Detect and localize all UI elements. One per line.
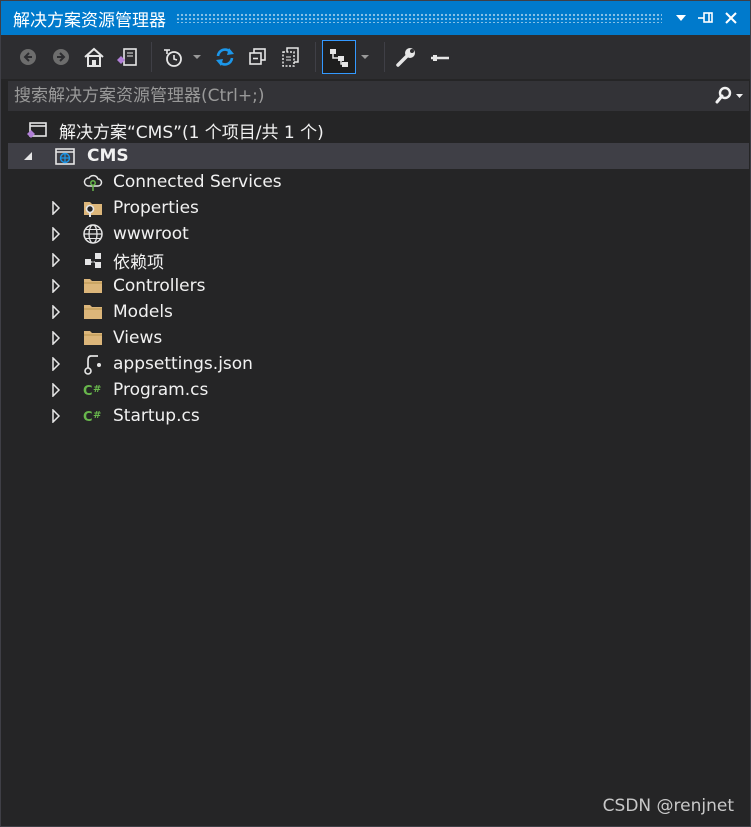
refresh-icon[interactable] (210, 42, 240, 72)
search-icon[interactable] (709, 81, 749, 111)
tree-row-item[interactable]: C # Startup.cs (8, 403, 749, 429)
expand-arrow-icon[interactable] (48, 377, 64, 403)
tree-item-label: wwwroot (113, 224, 189, 244)
expand-arrow-icon[interactable] (48, 195, 64, 221)
tree-item-label: Controllers (113, 276, 206, 296)
expand-arrow-icon[interactable] (48, 325, 64, 351)
filter-dropdown-icon[interactable] (187, 42, 207, 72)
search-box (8, 81, 749, 111)
tree-item-label: Startup.cs (113, 406, 200, 426)
tree-row-item[interactable]: Controllers (8, 273, 749, 299)
solution-label: 解决方案“CMS”(1 个项目/共 1 个) (59, 122, 324, 143)
tree-row-item[interactable]: 依赖项 (8, 247, 749, 273)
switch-views-icon[interactable] (112, 42, 142, 72)
collapse-arrow-icon[interactable] (20, 143, 36, 169)
csharp-file-icon: C # (82, 405, 104, 427)
tree-row-project[interactable]: CMS (8, 143, 749, 169)
toolbar-separator (384, 42, 385, 72)
project-label: CMS (87, 146, 129, 166)
window-title: 解决方案资源管理器 (13, 10, 166, 31)
properties-folder-icon (82, 197, 104, 219)
toolbar-separator (315, 42, 316, 72)
svg-text:#: # (93, 410, 101, 421)
tree-row-item[interactable]: C # Program.cs (8, 377, 749, 403)
title-bar[interactable]: 解决方案资源管理器 (1, 1, 750, 35)
expand-arrow-icon[interactable] (48, 299, 64, 325)
expand-arrow-icon[interactable] (48, 351, 64, 377)
svg-text:#: # (93, 384, 101, 395)
tree-row-item[interactable]: wwwroot (8, 221, 749, 247)
tree-item-label: Models (113, 302, 173, 322)
json-file-icon (82, 353, 104, 375)
toolbar (1, 35, 750, 79)
pin-icon[interactable] (695, 7, 717, 29)
tree-row-item[interactable]: Models (8, 299, 749, 325)
tree-item-label: 依赖项 (113, 252, 164, 273)
svg-text:C: C (83, 384, 93, 399)
show-all-files-icon[interactable] (276, 42, 306, 72)
home-icon[interactable] (79, 42, 109, 72)
dependencies-icon (82, 249, 104, 271)
expand-arrow-icon[interactable] (48, 247, 64, 273)
tree-row-item[interactable]: appsettings.json (8, 351, 749, 377)
window-menu-dropdown-icon[interactable] (670, 7, 692, 29)
tree-row-item[interactable]: Properties (8, 195, 749, 221)
tree-item-label: Program.cs (113, 380, 209, 400)
svg-text:C: C (83, 410, 93, 425)
solution-tree: 解决方案“CMS”(1 个项目/共 1 个) CMS Connected Ser… (8, 117, 749, 429)
expand-arrow-icon[interactable] (48, 221, 64, 247)
tree-item-label: appsettings.json (113, 354, 253, 374)
tree-row-item[interactable]: Connected Services (8, 169, 749, 195)
sync-with-active-document-icon[interactable] (322, 40, 356, 74)
folder-icon (82, 327, 104, 349)
folder-icon (82, 301, 104, 323)
tree-row-item[interactable]: Views (8, 325, 749, 351)
tree-row-solution[interactable]: 解决方案“CMS”(1 个项目/共 1 个) (8, 117, 749, 143)
globe-icon (82, 223, 104, 245)
collapse-all-icon[interactable] (243, 42, 273, 72)
search-input[interactable] (8, 85, 709, 107)
tree-item-label: Views (113, 328, 163, 348)
solution-explorer-window: 解决方案资源管理器 搜索解决方案资源管理器(Ctrl+;) 解决方案“CMS”(… (0, 0, 751, 827)
preview-selected-items-icon[interactable] (424, 42, 454, 72)
sync-dropdown-icon[interactable] (355, 42, 375, 72)
toolbar-separator (151, 42, 152, 72)
connected-services-icon (82, 171, 104, 193)
expand-arrow-icon[interactable] (48, 273, 64, 299)
tree-item-label: Connected Services (113, 172, 282, 192)
solution-icon (26, 119, 48, 141)
close-icon[interactable] (720, 7, 742, 29)
title-grip[interactable] (176, 13, 662, 23)
folder-icon (82, 275, 104, 297)
forward-icon[interactable] (46, 42, 76, 72)
web-project-icon (54, 145, 76, 167)
properties-wrench-icon[interactable] (391, 42, 421, 72)
watermark-text: CSDN @renjnet (602, 796, 734, 816)
tree-item-label: Properties (113, 198, 199, 218)
csharp-file-icon: C # (82, 379, 104, 401)
expand-arrow-icon[interactable] (48, 403, 64, 429)
pending-changes-filter-icon[interactable] (158, 42, 188, 72)
back-icon[interactable] (13, 42, 43, 72)
